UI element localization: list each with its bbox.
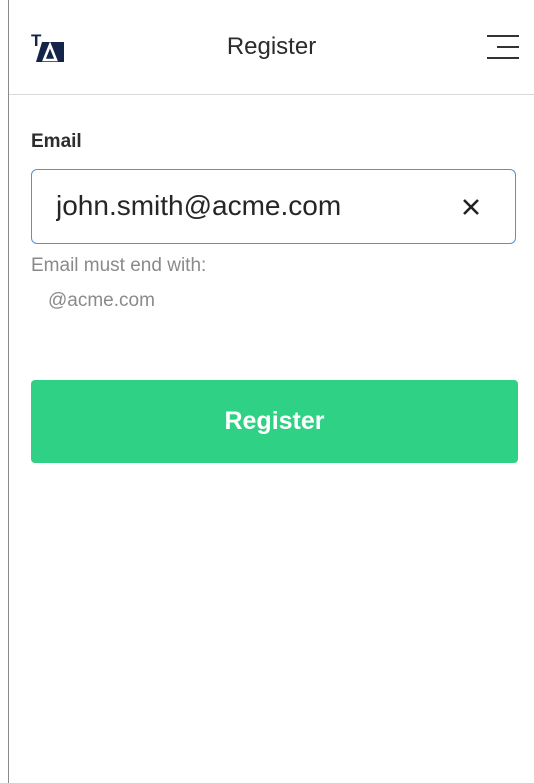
page-title: Register: [226, 33, 317, 60]
page-left-border: [8, 0, 9, 783]
register-button[interactable]: Register: [31, 380, 518, 463]
email-requirement-hint: Email must end with:: [31, 255, 207, 276]
clear-email-button[interactable]: [456, 192, 486, 222]
top-bar: T Register: [9, 0, 534, 95]
hamburger-menu-icon: [487, 35, 519, 59]
allowed-domain-item: @acme.com: [48, 290, 155, 311]
menu-button[interactable]: [479, 30, 523, 66]
email-label: Email: [31, 131, 82, 152]
email-field: [31, 169, 516, 244]
email-input[interactable]: [56, 170, 446, 242]
close-icon: [463, 199, 479, 215]
